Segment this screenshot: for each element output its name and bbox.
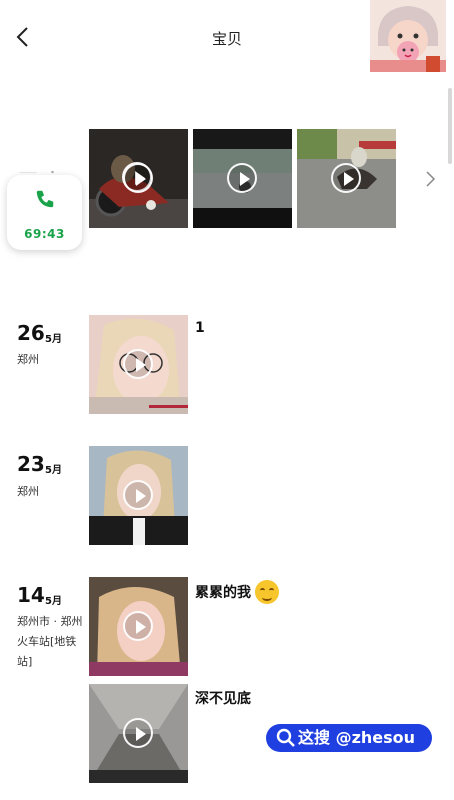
- floating-call-widget[interactable]: 69:43: [7, 175, 82, 250]
- post-month: 5月: [45, 596, 62, 607]
- play-icon: [331, 163, 361, 193]
- post-location: 郑州: [17, 485, 39, 498]
- watermark-badge: 这搜 @zhesou: [266, 724, 432, 752]
- post-caption: 深不见底: [195, 691, 251, 707]
- play-icon: [123, 163, 153, 193]
- play-icon: [227, 163, 257, 193]
- post-day: 14: [17, 583, 45, 607]
- post-month: 5月: [45, 465, 62, 476]
- play-icon: [123, 718, 153, 748]
- magnifier-icon: [276, 728, 295, 747]
- scroll-indicator[interactable]: [448, 88, 452, 164]
- post-day: 23: [17, 452, 45, 476]
- play-icon: [123, 349, 153, 379]
- post-caption: 1: [195, 320, 205, 336]
- post-location-line: 火车站[地铁: [17, 635, 77, 648]
- phone-icon: [36, 190, 54, 208]
- watermark-text: 这搜 @zhesou: [298, 728, 416, 747]
- post-location: 郑州: [17, 353, 39, 366]
- post-location-line: 站]: [17, 655, 33, 668]
- post-month: 5月: [45, 334, 62, 345]
- play-icon: [123, 611, 153, 641]
- post-caption: 累累的我: [195, 585, 251, 601]
- call-timer: 69:43: [24, 227, 65, 241]
- chevron-right-icon[interactable]: [425, 170, 437, 188]
- post-location-line: 郑州市 · 郑州: [17, 615, 83, 628]
- avatar-sticker-image: [370, 0, 446, 72]
- play-icon: [123, 480, 153, 510]
- post-day: 26: [17, 321, 45, 345]
- smiling-emoji-icon: [255, 580, 279, 604]
